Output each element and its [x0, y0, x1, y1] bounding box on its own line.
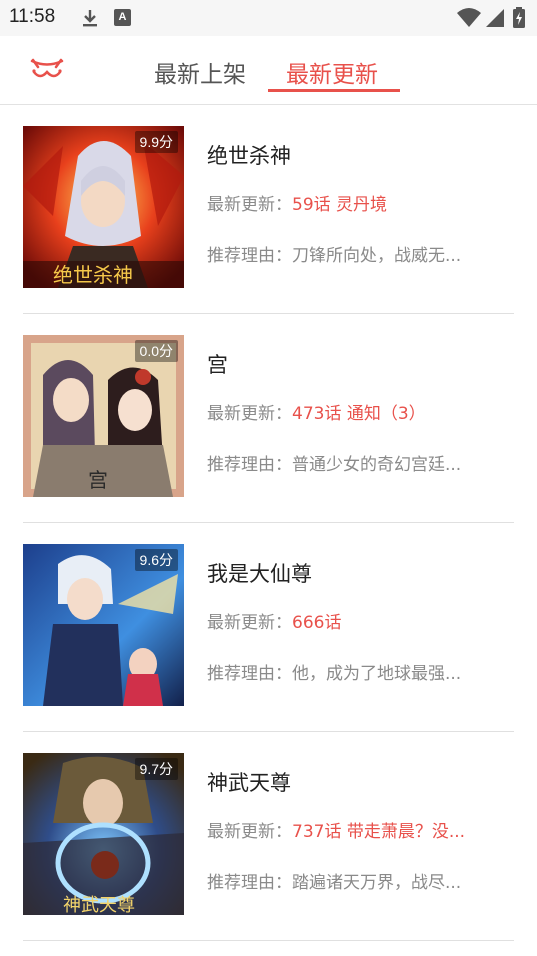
active-tab-indicator — [268, 89, 400, 92]
reason-label: 推荐理由： — [207, 455, 292, 475]
score-badge: 0.0分 — [134, 340, 178, 362]
latest-update-row: 最新更新：473话 通知（3） — [207, 399, 507, 424]
update-value: 59话 灵丹境 — [292, 195, 388, 215]
tab-latest-shelved[interactable]: 最新上架 — [154, 55, 246, 89]
reason-value: 刀锋所向处，战威无... — [292, 246, 462, 266]
score-badge: 9.6分 — [134, 549, 178, 571]
recommend-reason-row: 推荐理由：刀锋所向处，战威无... — [207, 241, 507, 266]
update-value: 666话 — [292, 613, 342, 633]
cat-face-logo-icon[interactable] — [28, 56, 66, 86]
update-label: 最新更新： — [207, 613, 292, 633]
update-label: 最新更新： — [207, 195, 292, 215]
score-badge: 9.7分 — [134, 758, 178, 780]
tab-latest-updated[interactable]: 最新更新 — [286, 55, 378, 89]
download-icon — [80, 8, 100, 28]
latest-update-row: 最新更新：666话 — [207, 608, 507, 633]
comic-cover[interactable]: 9.6分 — [23, 544, 184, 706]
divider — [23, 940, 514, 941]
comic-title: 我是大仙尊 — [207, 562, 312, 586]
comic-cover[interactable]: 神武天尊 9.7分 — [23, 753, 184, 915]
comic-title: 神武天尊 — [207, 771, 291, 795]
latest-update-row: 最新更新：737话 带走萧晨？没... — [207, 817, 507, 842]
comic-list: 绝世杀神 9.9分 绝世杀神 最新更新：59话 灵丹境 推荐理由：刀锋所向处，战… — [0, 105, 537, 941]
reason-label: 推荐理由： — [207, 664, 292, 684]
list-item[interactable]: 神武天尊 9.7分 神武天尊 最新更新：737话 带走萧晨？没... 推荐理由：… — [0, 732, 537, 941]
status-time: 11:58 — [9, 6, 56, 27]
svg-text:绝世杀神: 绝世杀神 — [53, 263, 133, 287]
list-item[interactable]: 9.6分 我是大仙尊 最新更新：666话 推荐理由：他，成为了地球最强... — [0, 523, 537, 732]
recommend-reason-row: 推荐理由：普通少女的奇幻宫廷... — [207, 450, 507, 475]
update-value: 473话 通知（3） — [292, 404, 426, 424]
list-item[interactable]: 绝世杀神 9.9分 绝世杀神 最新更新：59话 灵丹境 推荐理由：刀锋所向处，战… — [0, 105, 537, 314]
reason-value: 普通少女的奇幻宫廷... — [292, 455, 462, 475]
a-badge-icon: A — [114, 9, 131, 26]
wifi-icon — [457, 8, 481, 27]
status-bar: 11:58 A — [0, 0, 537, 36]
reason-label: 推荐理由： — [207, 246, 292, 266]
recommend-reason-row: 推荐理由：他，成为了地球最强... — [207, 659, 507, 684]
comic-cover[interactable]: 宫 0.0分 — [23, 335, 184, 497]
update-label: 最新更新： — [207, 404, 292, 424]
reason-label: 推荐理由： — [207, 873, 292, 893]
status-right-icons — [456, 6, 528, 30]
comic-title: 宫 — [207, 353, 228, 377]
svg-text:神武天尊: 神武天尊 — [63, 895, 135, 915]
comic-cover[interactable]: 绝世杀神 9.9分 — [23, 126, 184, 288]
reason-value: 踏遍诸天万界，战尽... — [292, 873, 462, 893]
latest-update-row: 最新更新：59话 灵丹境 — [207, 190, 507, 215]
recommend-reason-row: 推荐理由：踏遍诸天万界，战尽... — [207, 868, 507, 893]
svg-text:宫: 宫 — [88, 468, 108, 492]
reason-value: 他，成为了地球最强... — [292, 664, 462, 684]
score-badge: 9.9分 — [134, 131, 178, 153]
update-value: 737话 带走萧晨？没... — [292, 822, 466, 842]
battery-charging-icon — [513, 7, 525, 28]
comic-title: 绝世杀神 — [207, 144, 291, 168]
top-header: 最新上架 最新更新 — [0, 36, 537, 105]
list-item[interactable]: 宫 0.0分 宫 最新更新：473话 通知（3） 推荐理由：普通少女的奇幻宫廷.… — [0, 314, 537, 523]
update-label: 最新更新： — [207, 822, 292, 842]
signal-icon — [486, 9, 504, 27]
